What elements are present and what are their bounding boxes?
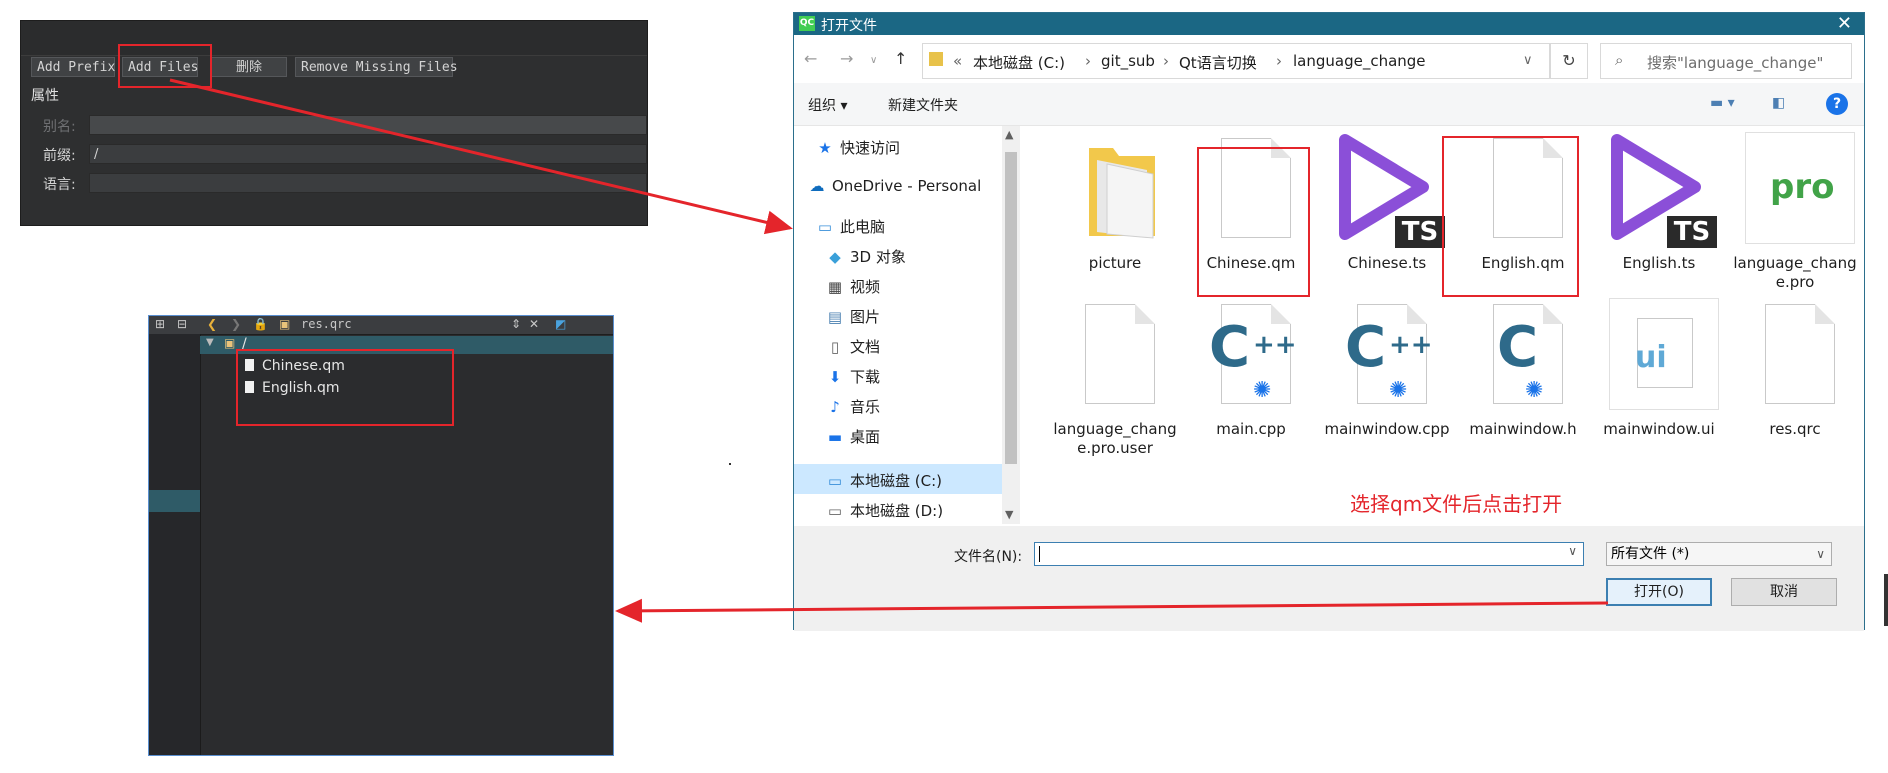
arrow-to-dialog (169, 78, 793, 235)
edge-bar (1884, 574, 1888, 626)
arrow-to-tree (615, 598, 1609, 623)
annotation-arrows (169, 78, 1609, 623)
stray-dot (729, 463, 731, 465)
